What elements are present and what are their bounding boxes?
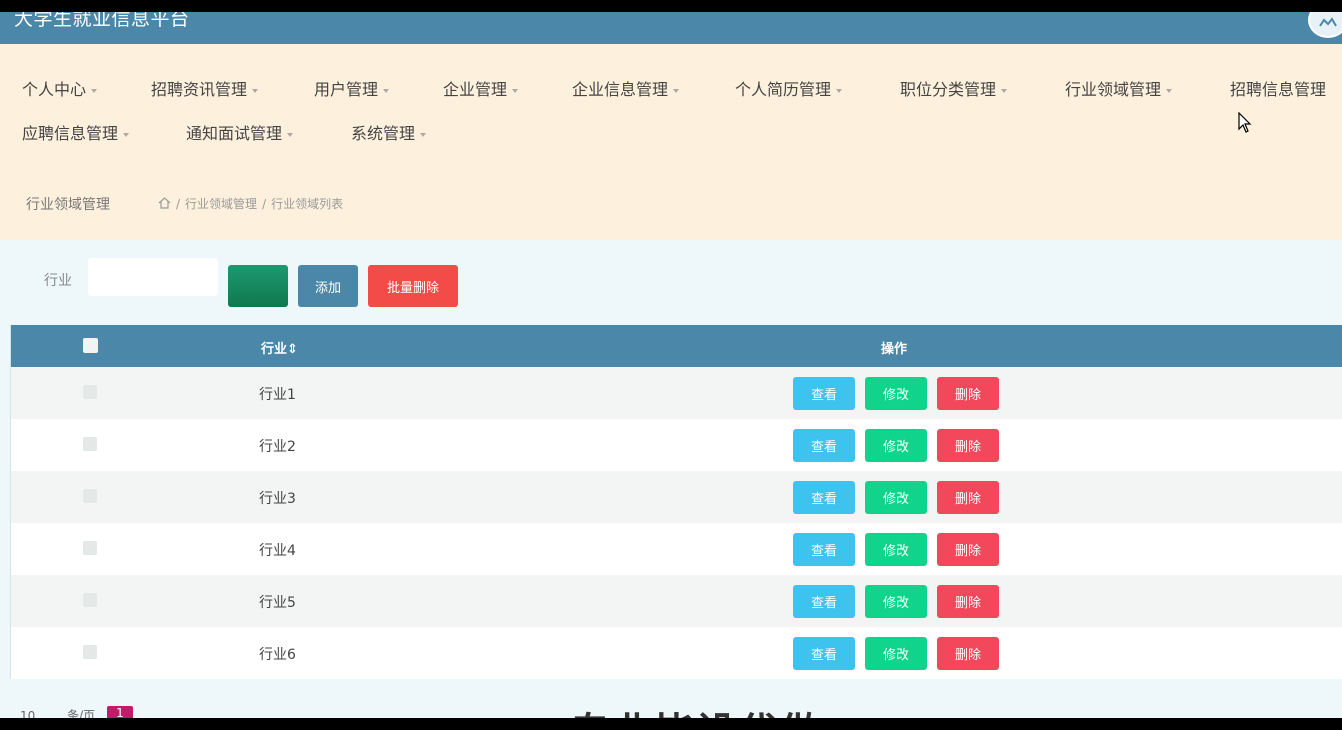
edit-button[interactable]: 修改 [865, 377, 927, 410]
page-size[interactable]: 10 [20, 709, 35, 719]
select-all-checkbox[interactable] [83, 338, 98, 353]
caret-down-icon [123, 132, 130, 137]
caret-down-icon [836, 88, 843, 93]
breadcrumb-separator: / [262, 197, 267, 211]
nav-item-system[interactable]: 系统管理 [351, 120, 427, 144]
nav-item-resumes[interactable]: 个人简历管理 [735, 76, 843, 100]
nav-label: 系统管理 [351, 124, 416, 143]
nav-item-recruitment-info[interactable]: 招聘信息管理 [1230, 76, 1326, 100]
row-industry-name: 行业2 [259, 439, 296, 455]
nav-item-users[interactable]: 用户管理 [314, 76, 390, 100]
delete-button[interactable]: 删除 [937, 533, 999, 566]
watermark-text: 专业毕设代做 [570, 700, 822, 718]
row-checkbox[interactable] [83, 385, 97, 399]
row-checkbox[interactable] [83, 593, 97, 607]
column-header-industry[interactable]: 行业⇕ [261, 338, 298, 357]
per-page-label: 条/页 [67, 708, 96, 719]
table-row: 行业4 查看 修改 删除 [11, 523, 1342, 575]
delete-button[interactable]: 删除 [937, 429, 999, 462]
row-industry-name: 行业6 [259, 647, 296, 663]
content-panel: 行业 添加 批量删除 行业⇕ 操作 行业1 查看 修改 删除 行业2 查看 修改 [0, 240, 1342, 718]
caret-down-icon [252, 88, 259, 93]
edit-button[interactable]: 修改 [865, 429, 927, 462]
nav-item-job-categories[interactable]: 职位分类管理 [900, 76, 1008, 100]
pagination: 10 条/页 1 [20, 706, 133, 718]
nav-label: 企业信息管理 [572, 80, 669, 99]
view-button[interactable]: 查看 [793, 429, 855, 462]
caret-down-icon [383, 88, 390, 93]
nav-item-companies[interactable]: 企业管理 [443, 76, 519, 100]
row-checkbox[interactable] [83, 437, 97, 451]
current-page-button[interactable]: 1 [106, 706, 133, 718]
row-industry-name: 行业3 [259, 491, 296, 507]
row-industry-name: 行业4 [259, 543, 296, 559]
batch-delete-button[interactable]: 批量删除 [368, 265, 458, 307]
user-avatar-icon[interactable] [1308, 12, 1342, 38]
edit-button[interactable]: 修改 [865, 481, 927, 514]
view-button[interactable]: 查看 [793, 481, 855, 514]
caret-down-icon [91, 88, 98, 93]
nav-item-personal-center[interactable]: 个人中心 [22, 76, 98, 100]
table-row: 行业3 查看 修改 删除 [11, 471, 1342, 523]
table-row: 行业6 查看 修改 删除 [11, 627, 1342, 679]
nav-label: 用户管理 [314, 80, 379, 99]
nav-label: 职位分类管理 [900, 80, 997, 99]
caret-down-icon [512, 88, 519, 93]
app-frame: 大学生就业信息平台 个人中心 招聘资讯管理 用户管理 企业管理 企业信息管理 个… [0, 12, 1342, 718]
caret-down-icon [673, 88, 680, 93]
nav-item-interviews[interactable]: 通知面试管理 [186, 120, 294, 144]
view-button[interactable]: 查看 [793, 585, 855, 618]
breadcrumb-current: 行业领域列表 [271, 197, 344, 211]
nav-item-company-info[interactable]: 企业信息管理 [572, 76, 680, 100]
nav-label: 个人简历管理 [735, 80, 832, 99]
row-industry-name: 行业5 [259, 595, 296, 611]
delete-button[interactable]: 删除 [937, 377, 999, 410]
caret-down-icon [420, 132, 427, 137]
app-title: 大学生就业信息平台 [14, 12, 190, 30]
caret-down-icon [1001, 88, 1008, 93]
nav-label: 招聘信息管理 [1230, 80, 1327, 99]
nav-item-industries[interactable]: 行业领域管理 [1065, 76, 1173, 100]
row-industry-name: 行业1 [259, 387, 296, 403]
row-checkbox[interactable] [83, 645, 97, 659]
view-button[interactable]: 查看 [793, 637, 855, 670]
caret-down-icon [287, 132, 294, 137]
page-title: 行业领域管理 [26, 197, 110, 213]
breadcrumb-link[interactable]: 行业领域管理 [185, 197, 257, 211]
industry-table: 行业⇕ 操作 行业1 查看 修改 删除 行业2 查看 修改 删除 行业3 查看 [10, 325, 1342, 679]
nav-label: 招聘资讯管理 [151, 80, 248, 99]
table-header: 行业⇕ 操作 [11, 325, 1342, 367]
delete-button[interactable]: 删除 [937, 481, 999, 514]
table-row: 行业1 查看 修改 删除 [11, 367, 1342, 419]
add-button[interactable]: 添加 [298, 265, 358, 307]
mouse-cursor-icon [1238, 112, 1252, 133]
edit-button[interactable]: 修改 [865, 585, 927, 618]
breadcrumb-separator: / [176, 197, 181, 211]
view-button[interactable]: 查看 [793, 533, 855, 566]
table-row: 行业5 查看 修改 删除 [11, 575, 1342, 627]
top-header: 大学生就业信息平台 [0, 12, 1342, 44]
industry-search-input[interactable] [88, 258, 218, 296]
row-checkbox[interactable] [83, 541, 97, 555]
column-header-operations: 操作 [881, 342, 908, 357]
home-icon[interactable] [158, 197, 171, 209]
caret-down-icon [1166, 88, 1173, 93]
edit-button[interactable]: 修改 [865, 637, 927, 670]
nav-item-recruit-news[interactable]: 招聘资讯管理 [151, 76, 259, 100]
nav-label: 行业领域管理 [1065, 80, 1162, 99]
nav-item-applications[interactable]: 应聘信息管理 [22, 120, 130, 144]
row-checkbox[interactable] [83, 489, 97, 503]
view-button[interactable]: 查看 [793, 377, 855, 410]
industry-search-label: 行业 [44, 273, 72, 289]
nav-label: 应聘信息管理 [22, 124, 119, 143]
nav-label: 企业管理 [443, 80, 508, 99]
nav-label: 通知面试管理 [186, 124, 283, 143]
delete-button[interactable]: 删除 [937, 637, 999, 670]
breadcrumb-path: / 行业领域管理 / 行业领域列表 [158, 195, 343, 212]
delete-button[interactable]: 删除 [937, 585, 999, 618]
nav-label: 个人中心 [22, 80, 87, 99]
edit-button[interactable]: 修改 [865, 533, 927, 566]
search-button[interactable] [228, 265, 288, 307]
table-row: 行业2 查看 修改 删除 [11, 419, 1342, 471]
